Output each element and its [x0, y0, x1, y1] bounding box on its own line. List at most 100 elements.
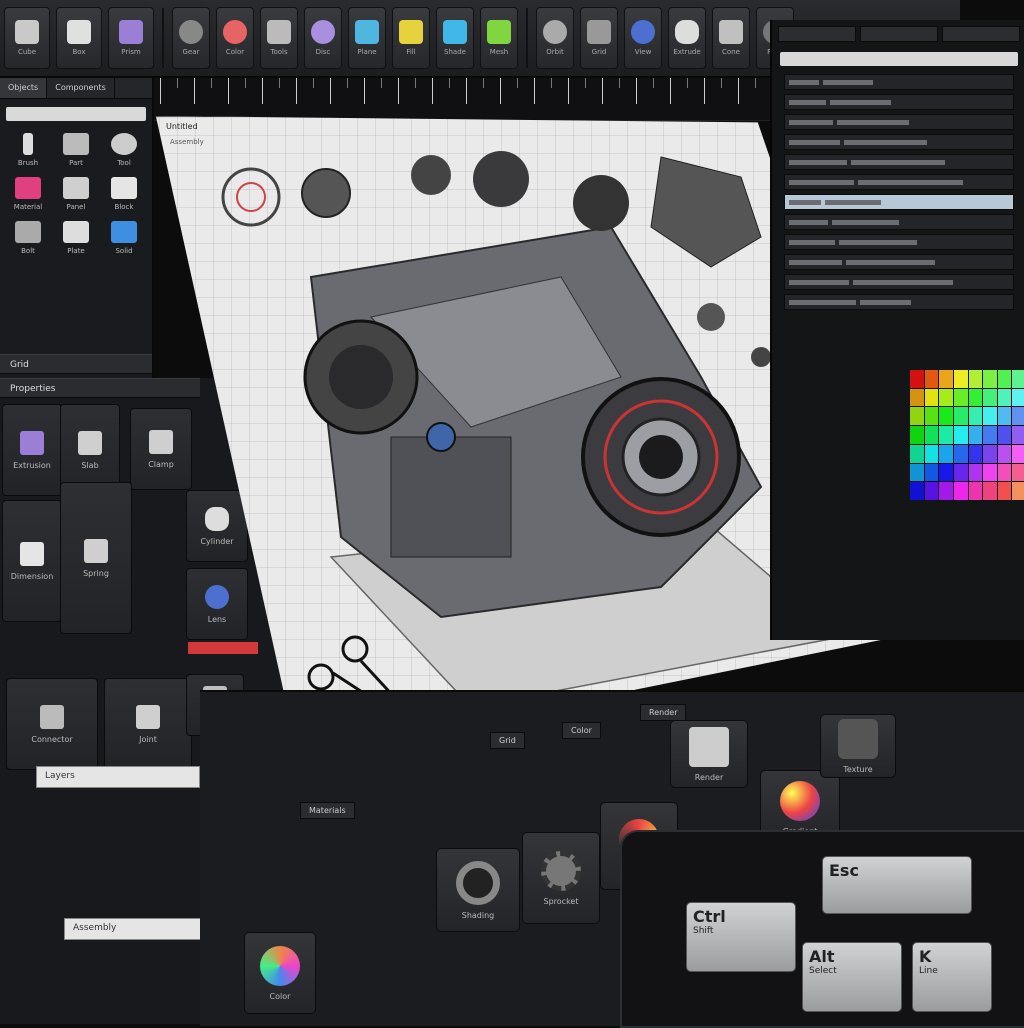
toolbar-button-box[interactable]: Box	[56, 7, 102, 69]
tab-grid[interactable]: Grid	[490, 732, 525, 749]
palette-swatch[interactable]	[939, 407, 953, 426]
library-item-tool[interactable]: Tool	[102, 133, 146, 167]
toolbar-button-plane[interactable]: Plane	[348, 7, 386, 69]
render-card-render[interactable]: Render	[670, 720, 748, 788]
toolbar-button-gear[interactable]: Gear	[172, 7, 210, 69]
palette-swatch[interactable]	[997, 463, 1012, 482]
palette-swatch[interactable]	[968, 426, 983, 444]
palette-swatch[interactable]	[910, 463, 924, 482]
library-item-bolt[interactable]: Bolt	[6, 221, 50, 255]
layer-row[interactable]	[784, 154, 1014, 170]
palette-swatch[interactable]	[953, 388, 968, 407]
right-tab-1[interactable]	[778, 26, 856, 42]
palette-swatch[interactable]	[997, 388, 1012, 407]
tab-materials[interactable]: Materials	[300, 802, 355, 819]
library-item-solid[interactable]: Solid	[102, 221, 146, 255]
palette-swatch[interactable]	[1012, 444, 1024, 463]
palette-swatch[interactable]	[1012, 463, 1024, 482]
key-alt[interactable]: Alt Select	[802, 942, 902, 1012]
palette-swatch[interactable]	[939, 463, 953, 482]
palette-swatch[interactable]	[924, 463, 939, 482]
property-card-spring[interactable]: Spring	[60, 482, 132, 634]
palette-swatch[interactable]	[953, 463, 968, 482]
library-item-part[interactable]: Part	[54, 133, 98, 167]
palette-swatch[interactable]	[983, 444, 997, 463]
palette-swatch[interactable]	[1012, 482, 1024, 500]
palette-swatch[interactable]	[939, 482, 953, 500]
tab-color[interactable]: Color	[562, 722, 601, 739]
layer-row[interactable]	[784, 214, 1014, 230]
property-card-joint[interactable]: Joint	[104, 678, 192, 770]
layer-row[interactable]	[784, 174, 1014, 190]
toolbar-button-disc[interactable]: Disc	[304, 7, 342, 69]
right-tab-2[interactable]	[860, 26, 938, 42]
palette-swatch[interactable]	[924, 426, 939, 444]
palette-swatch[interactable]	[939, 444, 953, 463]
palette-swatch[interactable]	[1012, 388, 1024, 407]
palette-swatch[interactable]	[968, 444, 983, 463]
toolbar-button-cone[interactable]: Cone	[712, 7, 750, 69]
palette-swatch[interactable]	[968, 370, 983, 388]
properties-header[interactable]: Properties	[0, 378, 200, 398]
toolbar-button-shade[interactable]: Shade	[436, 7, 474, 69]
palette-swatch[interactable]	[910, 444, 924, 463]
render-card-texture[interactable]: Texture	[820, 714, 896, 778]
layer-search-input[interactable]	[780, 52, 1018, 66]
palette-swatch[interactable]	[910, 370, 924, 388]
library-item-material[interactable]: Material	[6, 177, 50, 211]
palette-swatch[interactable]	[968, 482, 983, 500]
toolbar-button-view[interactable]: View	[624, 7, 662, 69]
palette-swatch[interactable]	[997, 426, 1012, 444]
palette-swatch[interactable]	[924, 482, 939, 500]
render-card-sprocket[interactable]: Sprocket	[522, 832, 600, 924]
palette-swatch[interactable]	[953, 370, 968, 388]
toolbar-button-orbit[interactable]: Orbit	[536, 7, 574, 69]
tab-objects[interactable]: Objects	[0, 78, 48, 98]
render-card-color[interactable]: Color	[244, 932, 316, 1014]
library-item-brush[interactable]: Brush	[6, 133, 50, 167]
layer-row[interactable]	[784, 194, 1014, 210]
property-card-lens[interactable]: Lens	[186, 568, 248, 640]
palette-swatch[interactable]	[924, 370, 939, 388]
palette-swatch[interactable]	[939, 388, 953, 407]
render-card-shading[interactable]: Shading	[436, 848, 520, 932]
toolbar-button-color[interactable]: Color	[216, 7, 254, 69]
toolbar-button-fill[interactable]: Fill	[392, 7, 430, 69]
color-palette[interactable]	[910, 370, 1024, 500]
toolbar-button-tools[interactable]: Tools	[260, 7, 298, 69]
key-esc[interactable]: Esc	[822, 856, 972, 914]
palette-swatch[interactable]	[953, 407, 968, 426]
right-tab-3[interactable]	[942, 26, 1020, 42]
palette-swatch[interactable]	[939, 426, 953, 444]
layer-row[interactable]	[784, 134, 1014, 150]
library-search-input[interactable]	[6, 107, 146, 121]
palette-swatch[interactable]	[983, 482, 997, 500]
property-card-clamp[interactable]: Clamp	[130, 408, 192, 490]
layer-row[interactable]	[784, 254, 1014, 270]
tab-render[interactable]: Render	[640, 704, 687, 721]
palette-swatch[interactable]	[910, 388, 924, 407]
palette-swatch[interactable]	[1012, 407, 1024, 426]
palette-swatch[interactable]	[1012, 426, 1024, 444]
library-item-panel[interactable]: Panel	[54, 177, 98, 211]
palette-swatch[interactable]	[910, 426, 924, 444]
palette-swatch[interactable]	[1012, 370, 1024, 388]
toolbar-button-grid[interactable]: Grid	[580, 7, 618, 69]
property-card-connector[interactable]: Connector	[6, 678, 98, 770]
layer-row[interactable]	[784, 294, 1014, 310]
layer-row[interactable]	[784, 234, 1014, 250]
palette-swatch[interactable]	[953, 444, 968, 463]
palette-swatch[interactable]	[983, 370, 997, 388]
grid-section-header[interactable]: Grid	[0, 354, 152, 374]
library-item-plate[interactable]: Plate	[54, 221, 98, 255]
palette-swatch[interactable]	[997, 444, 1012, 463]
palette-swatch[interactable]	[997, 370, 1012, 388]
palette-swatch[interactable]	[924, 388, 939, 407]
property-card-extrusion[interactable]: Extrusion	[2, 404, 62, 496]
toolbar-button-cube[interactable]: Cube	[4, 7, 50, 69]
palette-swatch[interactable]	[997, 407, 1012, 426]
property-card-cylinder[interactable]: Cylinder	[186, 490, 248, 562]
palette-swatch[interactable]	[983, 426, 997, 444]
toolbar-button-extrude[interactable]: Extrude	[668, 7, 706, 69]
key-k[interactable]: K Line	[912, 942, 992, 1012]
